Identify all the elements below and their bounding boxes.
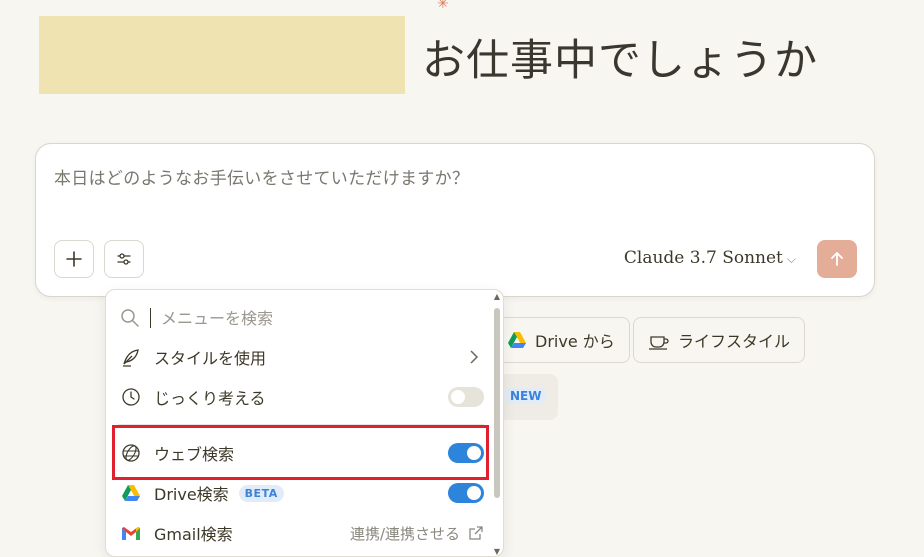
redacted-name-block xyxy=(39,16,405,94)
arrow-up-icon xyxy=(831,252,843,266)
search-icon xyxy=(121,309,139,327)
chip-new[interactable]: NEW xyxy=(498,374,558,420)
external-link-icon xyxy=(469,526,483,540)
scroll-down-icon[interactable]: ▼ xyxy=(494,547,500,556)
web-search-toggle[interactable] xyxy=(448,443,484,463)
chip-lifestyle[interactable]: ライフスタイル xyxy=(633,317,806,363)
menu-divider xyxy=(118,424,484,425)
add-button[interactable] xyxy=(54,240,94,278)
google-drive-icon xyxy=(118,480,144,506)
plus-icon xyxy=(66,251,82,267)
menu-item-label: Drive検索 xyxy=(154,485,229,504)
chip-label: ライフスタイル xyxy=(678,332,791,351)
text-caret xyxy=(150,308,151,328)
chip-drive[interactable]: Drive から xyxy=(492,317,630,363)
clock-icon xyxy=(118,384,144,410)
menu-item-style[interactable]: スタイルを使用 xyxy=(118,339,484,375)
chip-label: Drive から xyxy=(535,332,615,351)
chevron-right-icon xyxy=(470,350,479,364)
chevron-down-icon: ⌵ xyxy=(786,252,796,266)
tools-button[interactable] xyxy=(104,240,144,278)
sliders-icon xyxy=(117,253,131,265)
prompt-composer[interactable]: 本日はどのようなお手伝いをさせていただけますか？ Claude 3.7 Sonn… xyxy=(35,143,875,297)
coffee-cup-icon xyxy=(649,336,669,350)
menu-item-gmail-search[interactable]: Gmail検索 連携/連携させる xyxy=(118,515,484,551)
connect-link-text: 連携/連携させる xyxy=(349,524,460,543)
menu-item-extended-thinking[interactable]: じっくり考える xyxy=(118,379,484,415)
model-selector[interactable]: Claude 3.7 Sonnet ⌵ xyxy=(624,248,796,268)
scrollbar-thumb[interactable] xyxy=(494,308,500,498)
menu-item-label: Gmail検索 xyxy=(154,525,233,544)
menu-item-label: じっくり考える xyxy=(154,389,266,408)
prompt-placeholder[interactable]: 本日はどのようなお手伝いをさせていただけますか？ xyxy=(54,164,469,189)
menu-item-web-search[interactable]: ウェブ検索 xyxy=(118,435,484,471)
globe-icon xyxy=(118,440,144,466)
new-badge: NEW xyxy=(506,388,546,404)
menu-search[interactable] xyxy=(120,305,480,331)
google-drive-icon xyxy=(508,332,526,348)
menu-item-label: ウェブ検索 xyxy=(154,445,235,464)
send-button[interactable] xyxy=(817,240,857,278)
menu-item-label: スタイルを使用 xyxy=(154,349,267,368)
feather-pen-icon xyxy=(118,344,144,370)
model-label: Claude 3.7 Sonnet xyxy=(623,248,783,268)
beta-badge: BETA xyxy=(238,484,284,502)
menu-search-input[interactable] xyxy=(161,308,461,328)
drive-search-toggle[interactable] xyxy=(448,483,484,503)
tools-menu: スタイルを使用 じっくり考える ウェブ検索 xyxy=(105,289,504,557)
thinking-toggle[interactable] xyxy=(448,387,484,407)
menu-item-drive-search[interactable]: Drive検索 BETA xyxy=(118,475,484,511)
spark-logo-icon: ✳ xyxy=(437,0,449,12)
gmail-connect-link[interactable]: 連携/連携させる xyxy=(350,523,484,544)
scroll-up-icon[interactable]: ▲ xyxy=(494,292,500,301)
gmail-icon xyxy=(118,520,144,546)
greeting-title: お仕事中でしょうか xyxy=(422,36,818,86)
